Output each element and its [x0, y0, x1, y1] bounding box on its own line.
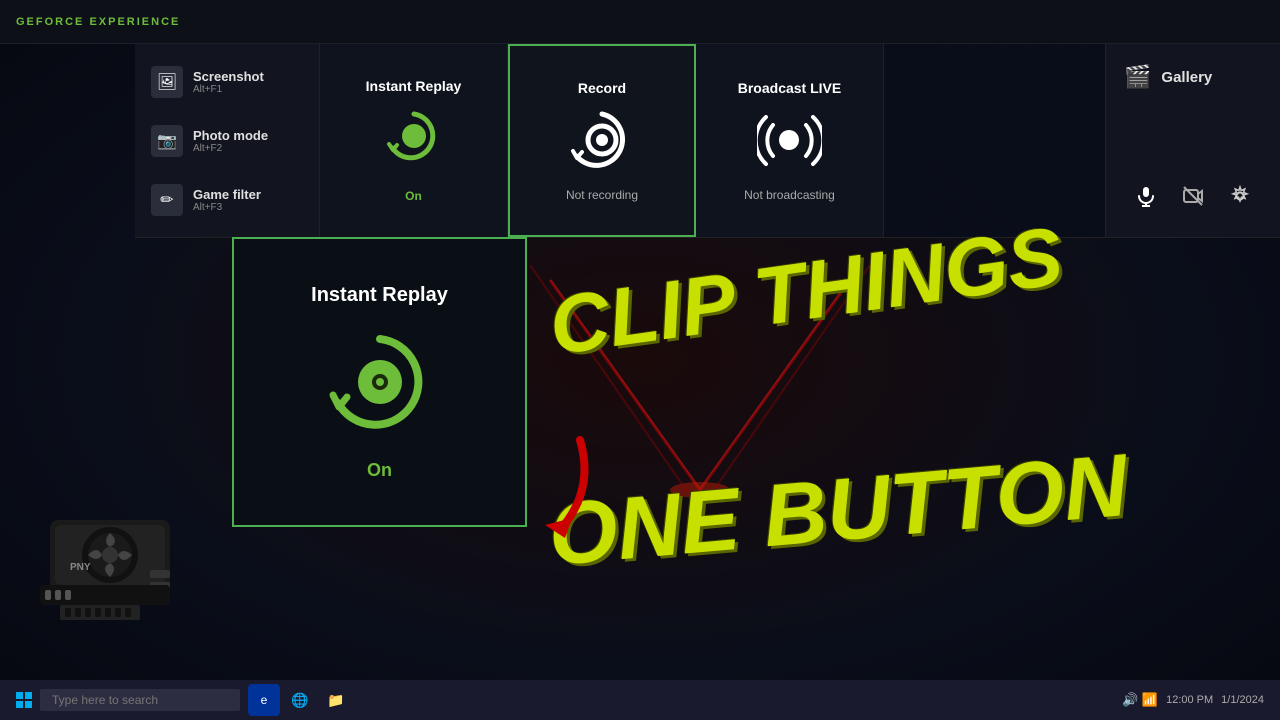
broadcast-icon [757, 108, 822, 178]
camera-button[interactable] [1178, 181, 1208, 217]
taskbar-time: 12:00 PM [1166, 694, 1213, 706]
game-filter-icon: ✏ [151, 184, 183, 216]
gfe-logo: GEFORCE EXPERIENCE [16, 16, 180, 28]
game-filter-shortcut: Alt+F3 [193, 202, 261, 213]
settings-button[interactable] [1225, 181, 1255, 217]
game-filter-item[interactable]: ✏ Game filter Alt+F3 [135, 176, 319, 224]
gallery-icon: 🎬 [1124, 64, 1151, 90]
taskbar-edge-icon[interactable]: e [248, 684, 280, 716]
record-icon [570, 108, 635, 178]
photo-mode-shortcut: Alt+F2 [193, 143, 268, 154]
record-status: Not recording [566, 188, 638, 202]
taskbar-date: 1/1/2024 [1221, 694, 1264, 706]
instant-replay-status: On [405, 189, 422, 203]
top-bar: 🖼 Screenshot Alt+F1 📷 Photo mode Alt+F2 … [135, 44, 1280, 238]
instant-replay-icon [384, 106, 444, 171]
photo-mode-icon: 📷 [151, 125, 183, 157]
right-controls [1114, 169, 1272, 229]
gpu-image: PNY [20, 490, 190, 690]
broadcast-title: Broadcast LIVE [738, 80, 841, 96]
taskbar-chrome-icon[interactable]: 🌐 [284, 684, 316, 716]
instant-replay-expanded-title: Instant Replay [311, 284, 448, 307]
center-panels: Instant Replay On Record [320, 44, 1105, 237]
right-panel: 🎬 Gallery [1105, 44, 1280, 237]
taskbar-search[interactable] [40, 689, 240, 711]
screenshot-label: Screenshot [193, 69, 264, 84]
arrow-icon [530, 430, 620, 550]
record-panel[interactable]: Record Not recording [508, 44, 696, 237]
broadcast-status: Not broadcasting [744, 188, 835, 202]
instant-replay-expanded-status: On [367, 460, 392, 481]
taskbar: e 🌐 📁 🔊 📶 12:00 PM 1/1/2024 [0, 680, 1280, 720]
taskbar-explorer-icon[interactable]: 📁 [320, 684, 352, 716]
gallery-button[interactable]: 🎬 Gallery [1114, 52, 1272, 102]
photo-mode-item[interactable]: 📷 Photo mode Alt+F2 [135, 117, 319, 165]
left-panel: 🖼 Screenshot Alt+F1 📷 Photo mode Alt+F2 … [135, 44, 320, 237]
tray-icons: 🔊 📶 [1122, 692, 1158, 708]
start-button[interactable] [8, 684, 40, 716]
photo-mode-label: Photo mode [193, 128, 268, 143]
instant-replay-expanded-icon [325, 327, 435, 442]
gallery-label: Gallery [1161, 69, 1212, 86]
screenshot-icon: 🖼 [151, 66, 183, 98]
instant-replay-title: Instant Replay [366, 78, 462, 94]
taskbar-right: 🔊 📶 12:00 PM 1/1/2024 [1122, 692, 1272, 708]
taskbar-icons: e 🌐 📁 [248, 684, 352, 716]
microphone-button[interactable] [1131, 181, 1161, 217]
record-title: Record [578, 80, 626, 96]
svg-text:PNY: PNY [70, 562, 91, 573]
screenshot-shortcut: Alt+F1 [193, 84, 264, 95]
screenshot-item[interactable]: 🖼 Screenshot Alt+F1 [135, 58, 319, 106]
broadcast-panel[interactable]: Broadcast LIVE Not broadcasting [696, 44, 884, 237]
instant-replay-panel[interactable]: Instant Replay On [320, 44, 508, 237]
game-filter-label: Game filter [193, 187, 261, 202]
gfe-bar: GEFORCE EXPERIENCE [0, 0, 1280, 44]
instant-replay-expanded[interactable]: Instant Replay On [232, 237, 527, 527]
